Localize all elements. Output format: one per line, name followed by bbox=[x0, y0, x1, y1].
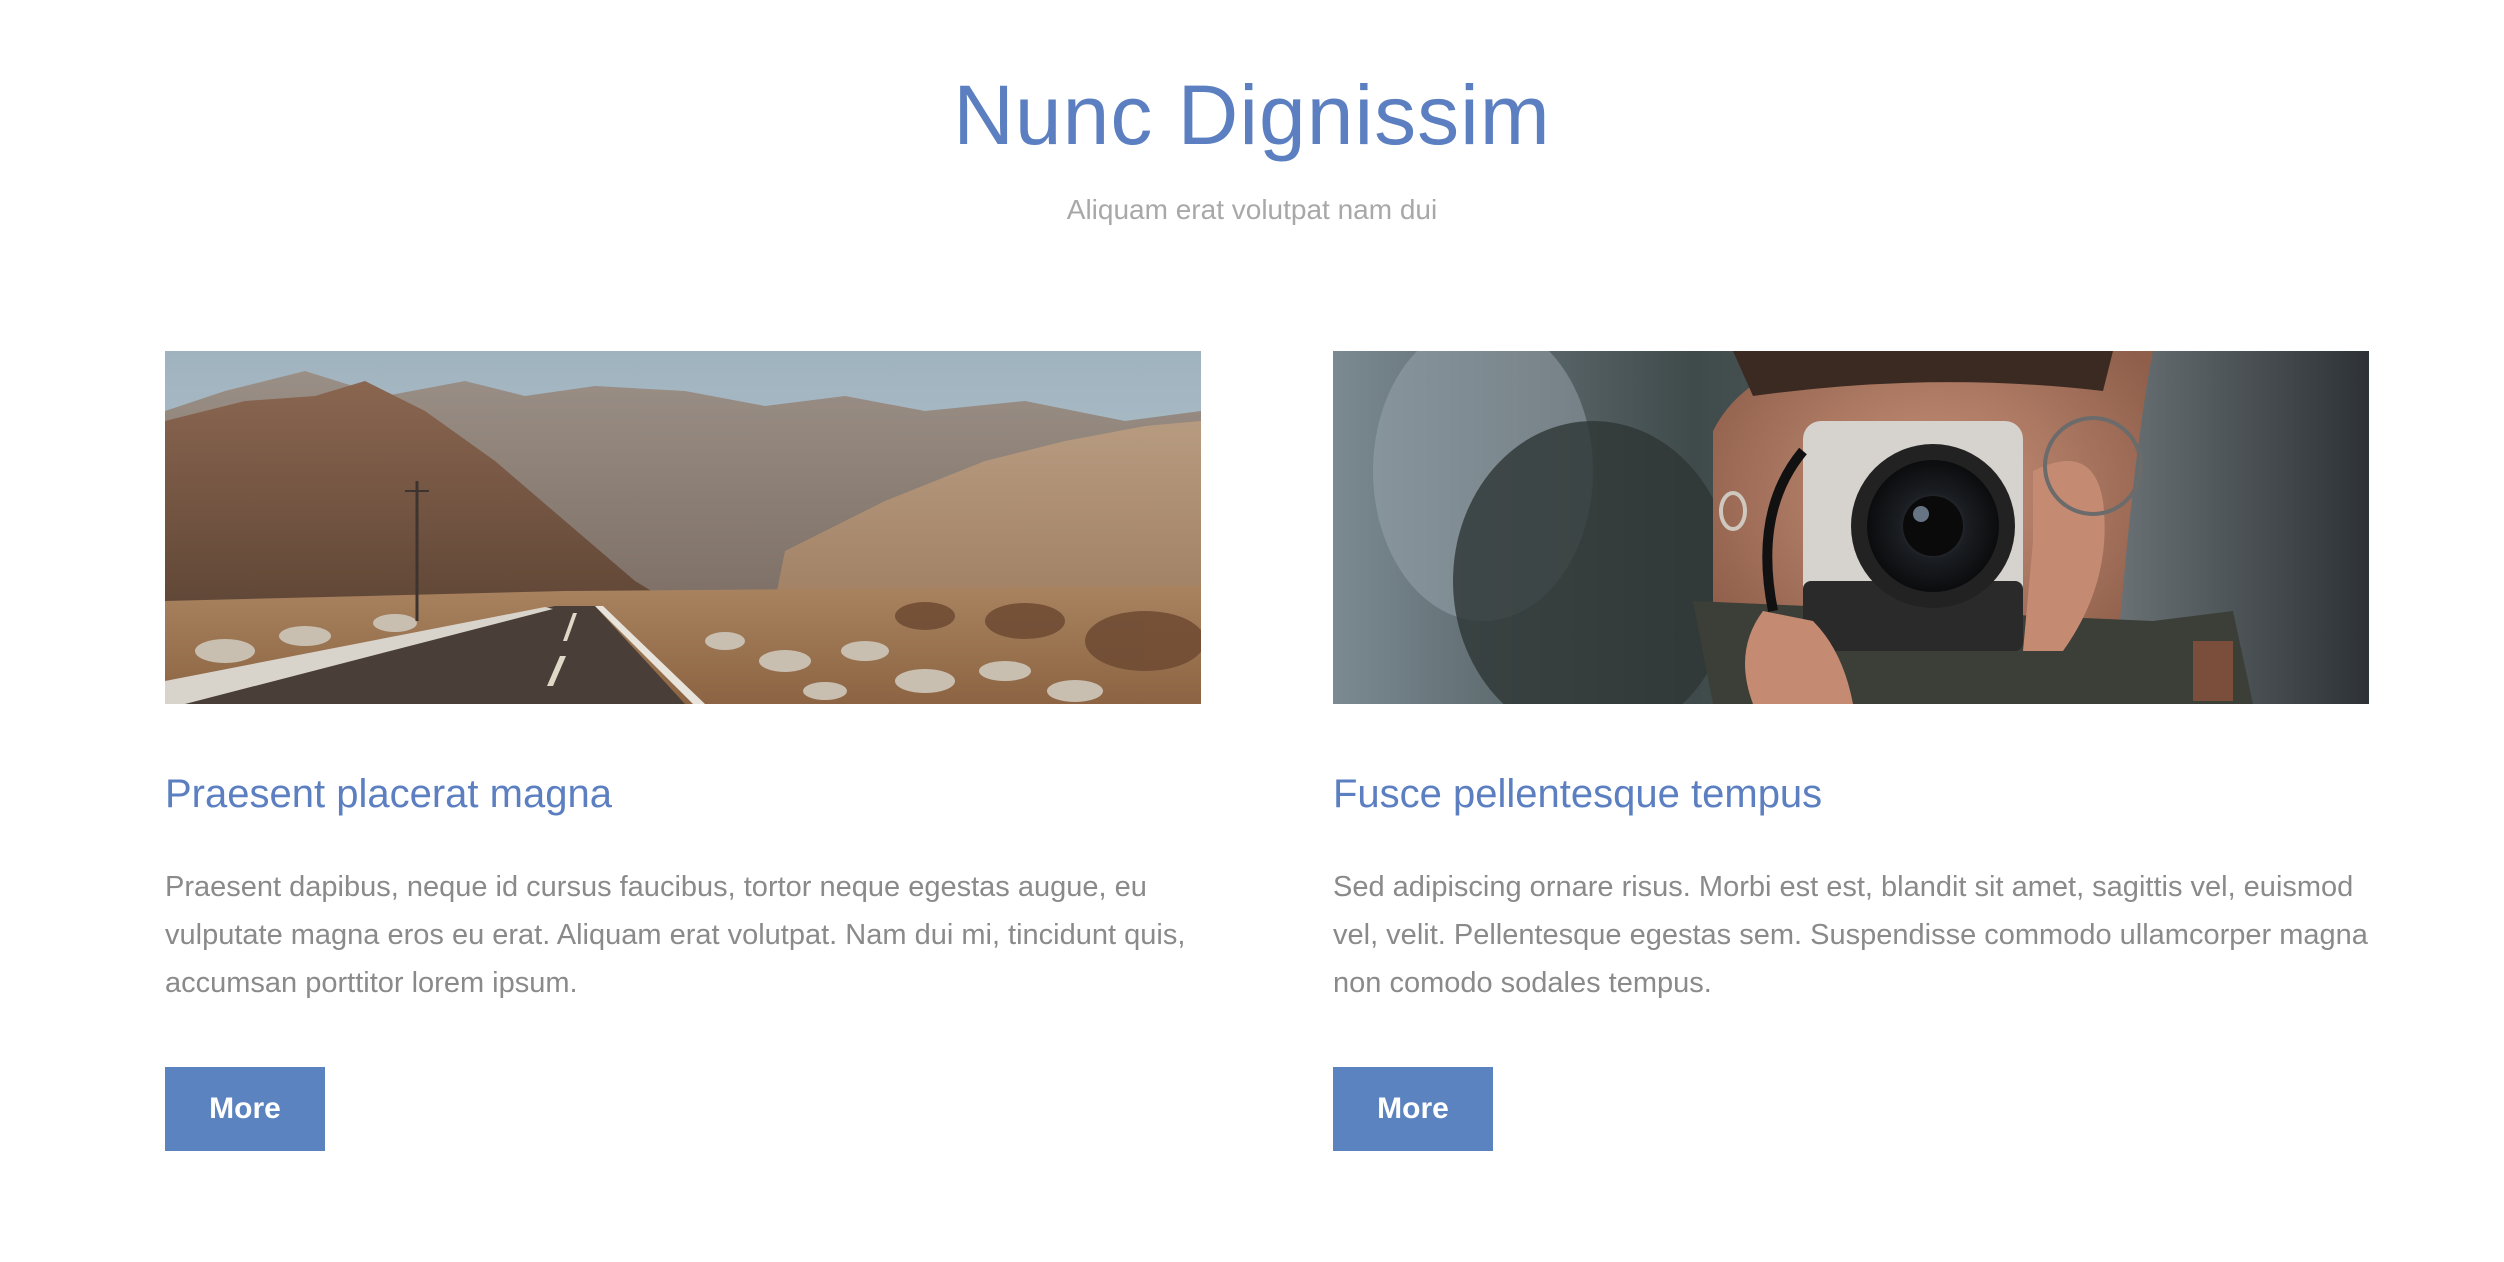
person-with-camera-photo bbox=[1333, 351, 2369, 704]
desert-mountain-road-photo bbox=[165, 351, 1201, 704]
card-title: Fusce pellentesque tempus bbox=[1333, 772, 1823, 816]
feature-card-1: Praesent placerat magna Praesent dapibus… bbox=[165, 351, 1201, 1151]
card-description: Sed adipiscing ornare risus. Morbi est e… bbox=[1333, 871, 2368, 999]
page-subtitle: Aliquam erat volutpat nam dui bbox=[1066, 194, 1438, 225]
card-title: Praesent placerat magna bbox=[165, 772, 612, 816]
feature-card-2: Fusce pellentesque tempus Sed adipiscing… bbox=[1333, 351, 2369, 1151]
more-button[interactable]: More bbox=[1333, 1067, 1493, 1151]
page-title: Nunc Dignissim bbox=[953, 68, 1551, 162]
page: Nunc Dignissim Aliquam erat volutpat nam… bbox=[0, 0, 2504, 1262]
more-button[interactable]: More bbox=[165, 1067, 325, 1151]
card-description: Praesent dapibus, neque id cursus faucib… bbox=[165, 871, 1186, 999]
